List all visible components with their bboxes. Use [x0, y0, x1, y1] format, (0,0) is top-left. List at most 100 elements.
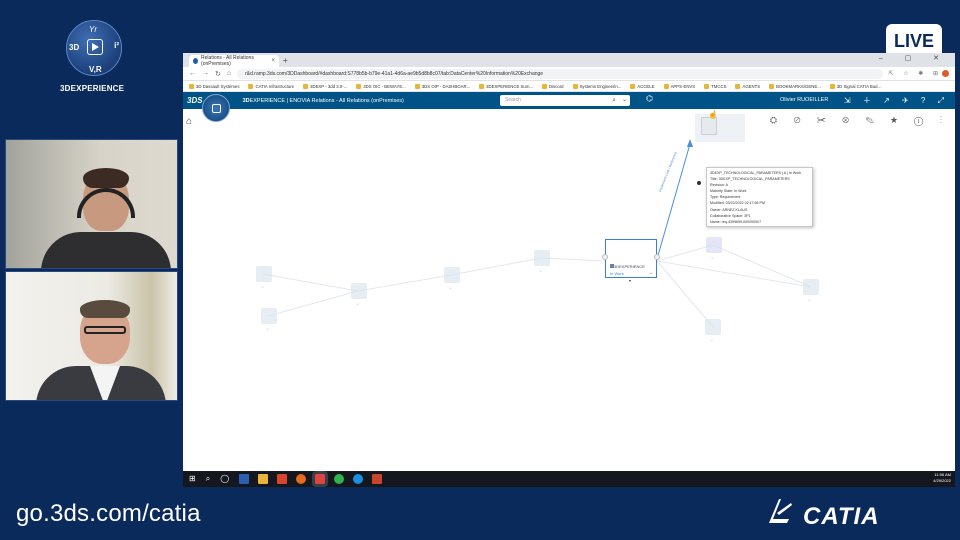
app-brand-bold: 3D: [242, 97, 250, 104]
bookmark-item[interactable]: BOOKMARKS/GENE...: [769, 83, 821, 89]
folder-icon: [414, 83, 420, 89]
relations-graph-canvas[interactable]: ⌂ ⛭ ⊘ ✂ ⊗ ✎ ★ ⓘ ⋮ ⌄ ⌄ ⌄ ⌄ ⌄ ⌄ ⌄ ⌄ 3DEXPE…: [183, 109, 955, 454]
tooltip-anchor: [697, 181, 701, 185]
search-icon[interactable]: ⌕: [206, 474, 210, 484]
header-action-icons[interactable]: ⇲ ＋ ↗ ✈ ? ⤢: [844, 95, 949, 106]
bookmark-item[interactable]: AGENTS: [735, 83, 761, 89]
folder-icon: [735, 83, 741, 89]
powerpoint-icon[interactable]: [372, 474, 383, 484]
search-icon[interactable]: ⌕: [612, 95, 616, 106]
graph-node[interactable]: [706, 237, 722, 261]
search-input[interactable]: Search ⌕ ⌄: [500, 95, 630, 106]
folder-icon: [303, 83, 309, 89]
browser-tab-bar: Relations - All Relations (onPremises) ×…: [183, 53, 955, 67]
node-arrow-icon[interactable]: ▾: [629, 278, 631, 283]
selected-graph-node[interactable]: 3DEXPERIENCE In Work ⌄ ▾: [602, 239, 660, 283]
bookmark-item[interactable]: 3DS OIC - BEWAYE...: [356, 83, 406, 89]
skype-icon[interactable]: [353, 474, 364, 484]
graph-node[interactable]: [705, 319, 721, 343]
graph-node[interactable]: [351, 283, 367, 307]
node-expand-right-handle[interactable]: [654, 254, 660, 260]
node-expand-left-handle[interactable]: [602, 254, 608, 260]
bookmark-item[interactable]: 3D Dassault Systèmes: [189, 83, 240, 89]
profile-avatar-icon[interactable]: [942, 70, 949, 77]
live-badge: LIVE: [886, 24, 942, 54]
whatsapp-icon[interactable]: [334, 474, 345, 484]
bookmark-item[interactable]: 3DS OIP - DASHBOAR...: [414, 83, 471, 89]
tag-icon[interactable]: ⌬: [646, 94, 653, 103]
new-tab-button[interactable]: +: [283, 55, 288, 67]
compass-icon[interactable]: [202, 94, 230, 122]
bookmark-label: ACCELE: [637, 83, 655, 89]
logo-top-text: Yr: [89, 25, 97, 34]
bookmark-item[interactable]: 3DEXPERIENCE Sum...: [479, 83, 533, 89]
graph-node[interactable]: [444, 267, 460, 291]
logo-left-text: 3D: [69, 43, 80, 52]
graph-node[interactable]: [803, 279, 819, 303]
folder-icon: [630, 83, 636, 89]
bookmark-label: 3DS OIP - DASHBOAR...: [421, 83, 471, 89]
bookmark-label: BOOKMARKS/GENE...: [776, 83, 821, 89]
bookmark-label: AGENTS: [742, 83, 761, 89]
outlook-icon[interactable]: [239, 474, 250, 484]
bookmark-label: 3D Dassault Systèmes: [196, 83, 240, 89]
home-icon[interactable]: ⌂: [227, 70, 231, 77]
graph-node[interactable]: [261, 308, 277, 332]
graph-node[interactable]: [534, 250, 550, 274]
document-icon: [701, 117, 717, 135]
extension-icons[interactable]: ⇱ ☆ ✱ ⊞: [889, 70, 942, 77]
app-icon[interactable]: [277, 474, 288, 484]
bookmark-label: 3DEXP - 3dd 3.0-...: [310, 83, 348, 89]
file-explorer-icon[interactable]: [258, 474, 269, 484]
presenter-hair: [80, 300, 130, 318]
app-title: 3DEXPERIENCE | ENOVIA Relations - All Re…: [243, 98, 404, 104]
chrome-icon[interactable]: [312, 471, 329, 487]
node-chevron-icon[interactable]: ⌄: [649, 270, 653, 276]
task-view-icon[interactable]: ◯: [220, 474, 229, 484]
clock-date: 4/29/2022: [933, 478, 951, 483]
folder-icon: [769, 83, 775, 89]
folder-icon: [189, 83, 194, 89]
webcam-presenter-2: [5, 271, 178, 401]
back-icon[interactable]: ←: [189, 70, 196, 77]
folder-icon: [479, 83, 485, 89]
ds-logo-icon[interactable]: 3DS: [187, 96, 203, 105]
bookmark-label: APPS-ENVS: [670, 83, 696, 89]
bookmark-item[interactable]: CATIA Infrastructure: [248, 83, 294, 89]
bookmark-item[interactable]: TMCCS: [704, 83, 726, 89]
bookmark-label: Discord: [548, 83, 564, 89]
bookmark-item[interactable]: 3D Signal CATIA Bud...: [829, 83, 882, 89]
bookmark-item[interactable]: 3DEXP - 3dd 3.0-...: [303, 83, 348, 89]
user-name[interactable]: Olivier RUOEILLER: [780, 97, 828, 103]
url-input[interactable]: r&d.ramp.3ds.com/3DDashboard/#dashboard:…: [237, 68, 883, 79]
system-clock[interactable]: 11:56 AM 4/29/2022: [933, 472, 951, 484]
close-tab-icon[interactable]: ×: [271, 58, 275, 64]
start-icon[interactable]: ⊞: [189, 474, 196, 484]
app-top-bar: 3DS 3DEXPERIENCE | ENOVIA Relations - Al…: [183, 92, 955, 122]
brand-name: 3DEXPERIENCE: [60, 84, 125, 93]
bookmark-item[interactable]: APPS-ENVS: [663, 83, 696, 89]
reload-icon[interactable]: ↻: [215, 70, 221, 78]
bookmark-label: 3D Signal CATIA Bud...: [836, 83, 882, 89]
window-controls[interactable]: – ▢ ✕: [879, 54, 949, 62]
browser-tab-relations[interactable]: Relations - All Relations (onPremises) ×: [189, 55, 279, 67]
forward-icon[interactable]: →: [202, 70, 209, 77]
bookmark-item[interactable]: Systems Engineerin...: [572, 83, 622, 89]
node-state: In Work: [610, 271, 624, 276]
ds-swoosh-logo-icon: [769, 499, 792, 523]
firefox-icon[interactable]: [296, 474, 307, 484]
bookmark-label: Systems Engineerin...: [579, 83, 622, 89]
folder-icon: [829, 83, 835, 89]
folder-icon: [356, 83, 362, 89]
search-dropdown-icon[interactable]: ⌄: [622, 95, 627, 106]
presenter-hair: [83, 168, 129, 188]
address-bar: ← → ↻ ⌂ r&d.ramp.3ds.com/3DDashboard/#da…: [183, 67, 955, 81]
graph-node[interactable]: [256, 266, 272, 290]
play-icon: [87, 39, 103, 55]
requirement-graph-node[interactable]: ☝: [695, 110, 745, 142]
bookmark-item[interactable]: ACCELE: [630, 83, 655, 89]
bookmark-label: 3DS OIC - BEWAYE...: [363, 83, 406, 89]
app-page-title[interactable]: Relations - All Relations (onPremises): [312, 98, 404, 104]
logo-bottom-text: V,R: [89, 65, 102, 74]
bookmark-item[interactable]: Discord: [541, 83, 564, 89]
